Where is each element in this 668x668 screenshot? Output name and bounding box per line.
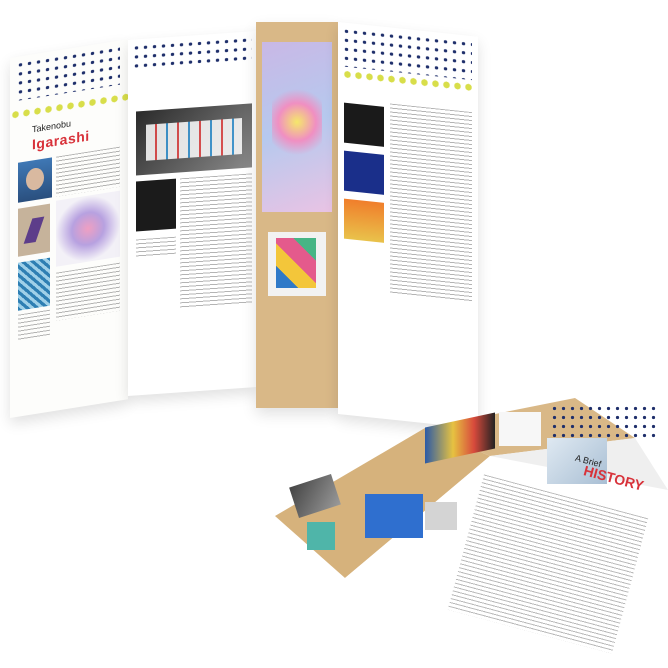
body-text [56, 262, 120, 321]
abstract-art [56, 190, 120, 267]
pattern-thumb [18, 257, 50, 311]
brochure-panel-center [256, 22, 338, 408]
body-text [390, 103, 472, 303]
dot-pattern [550, 404, 660, 438]
blue-art [365, 494, 423, 538]
dot-pattern [16, 44, 120, 102]
thumb-light [499, 412, 541, 446]
body-text [180, 173, 252, 309]
trifold-brochure-igarashi: Takenobu Igarashi [10, 22, 478, 429]
geometric-art [268, 232, 326, 296]
cards-photo [136, 103, 252, 176]
thumb-grey [425, 502, 457, 530]
caption-text [18, 309, 50, 341]
caption-text [136, 236, 176, 258]
portrait-photo [18, 157, 52, 203]
brochure-panel-cover: Takenobu Igarashi [10, 39, 128, 418]
mockup-stage: Takenobu Igarashi A Brief HISTORY [0, 0, 668, 668]
intro-text [56, 146, 120, 197]
thumb-teal [307, 522, 335, 550]
brochure-panel-inner-left [128, 31, 256, 396]
thumb-blue [344, 150, 384, 195]
trifold-brochure-history: A Brief HISTORY [275, 398, 668, 668]
thumb-orange [344, 198, 384, 243]
poster-image [262, 42, 332, 212]
brochure-panel-inner-right [338, 22, 478, 429]
artwork-thumb [18, 203, 50, 257]
dot-pattern [132, 35, 252, 72]
thumb-black [344, 102, 384, 147]
dark-thumb [136, 178, 176, 232]
